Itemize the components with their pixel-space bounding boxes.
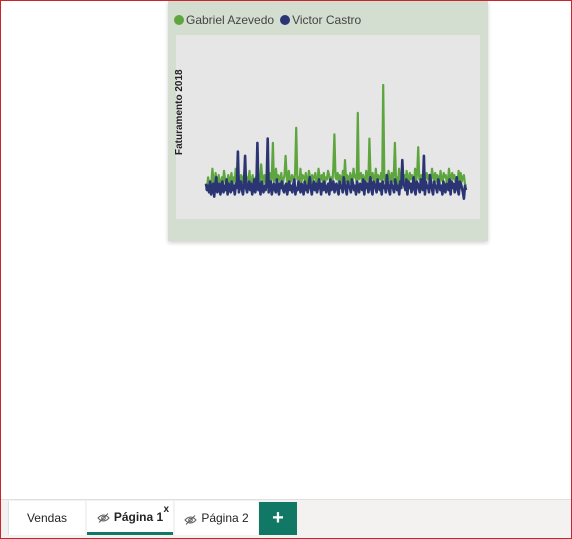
- chart-svg: [204, 83, 468, 200]
- tab-label-vendas: Vendas: [26, 511, 68, 525]
- close-tab-icon[interactable]: x: [163, 504, 169, 515]
- legend-marker-victor-castro: [280, 15, 291, 25]
- chart-legend: Gabriel Azevedo Victor Castro: [174, 13, 367, 27]
- plot-area: [176, 35, 480, 219]
- tab-label-pagina-2: Página 2: [201, 511, 249, 525]
- hidden-page-icon: [97, 513, 110, 523]
- legend-marker-gabriel-azevedo: [174, 15, 184, 25]
- hidden-page-icon: [184, 514, 197, 525]
- legend-label-victor-castro: Victor Castro: [292, 13, 362, 27]
- tab-pagina-1[interactable]: Página 1 x: [87, 501, 173, 535]
- legend-item-gabriel-azevedo[interactable]: Gabriel Azevedo: [174, 13, 274, 27]
- report-canvas: Gabriel Azevedo Victor Castro Faturament…: [0, 0, 572, 539]
- legend-item-victor-castro[interactable]: Victor Castro: [280, 13, 361, 27]
- y-axis-label: Faturamento 2018: [174, 69, 185, 155]
- plus-icon: +: [272, 507, 284, 529]
- legend-label-gabriel-azevedo: Gabriel Azevedo: [186, 13, 275, 27]
- tab-vendas[interactable]: Vendas: [8, 501, 85, 535]
- tab-pagina-2[interactable]: Página 2: [175, 501, 258, 535]
- line-chart-visual[interactable]: Gabriel Azevedo Victor Castro Faturament…: [168, 1, 488, 241]
- add-page-button[interactable]: +: [259, 502, 297, 535]
- tab-label-pagina-1: Página 1: [113, 509, 164, 524]
- page-tab-bar: Vendas Página 1 x Página 2 +: [1, 499, 571, 538]
